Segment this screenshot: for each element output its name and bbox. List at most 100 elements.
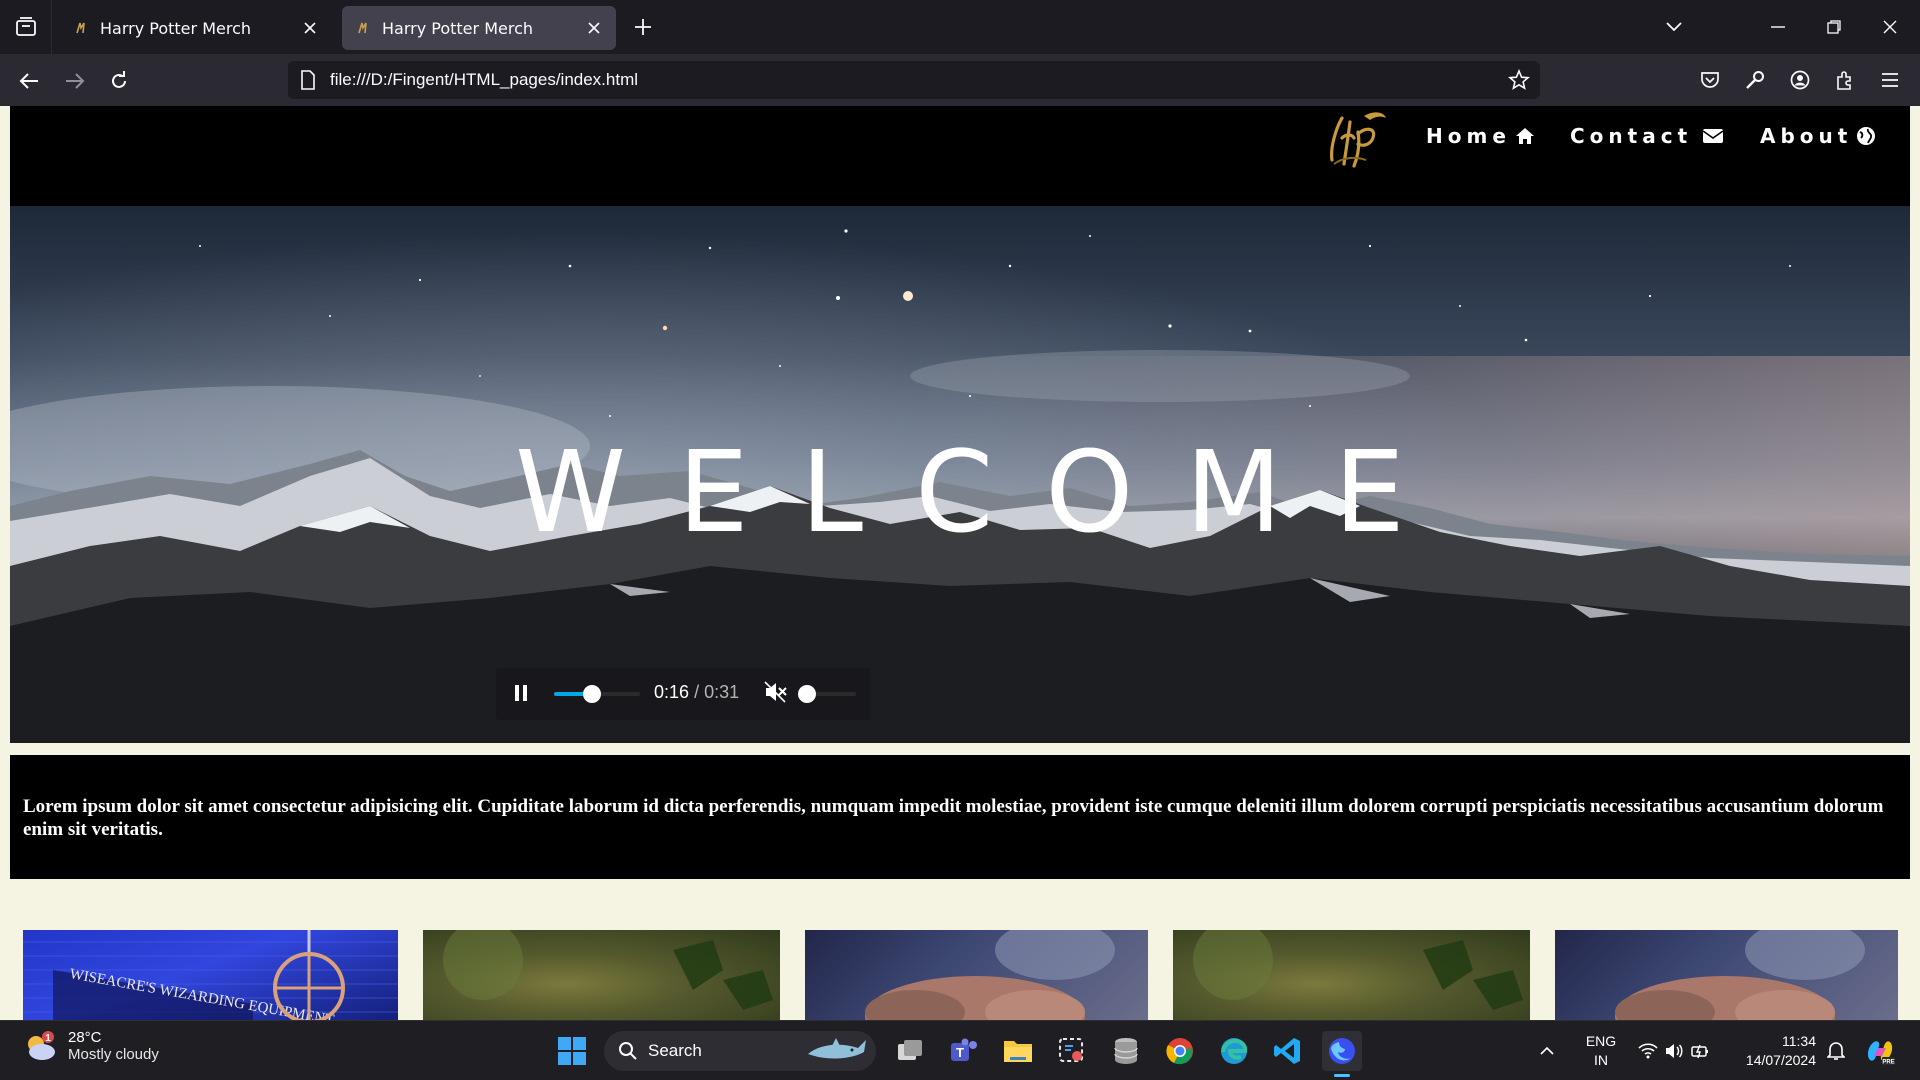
volume-icon (1666, 1044, 1683, 1058)
url-text[interactable]: file:///D:/Fingent/HTML_pages/index.html (330, 70, 638, 90)
shark-search-highlight-icon (808, 1038, 866, 1059)
home-icon (1515, 128, 1534, 144)
product-tile-2[interactable] (423, 930, 780, 1020)
seek-handle[interactable] (583, 685, 601, 703)
search-icon (619, 1042, 637, 1060)
firefox-app-active[interactable] (1322, 1031, 1362, 1077)
devtools-button[interactable] (1742, 67, 1768, 93)
mute-button[interactable] (764, 681, 788, 707)
file-explorer-app[interactable] (998, 1031, 1038, 1071)
input-language[interactable]: ENG IN (1578, 1032, 1624, 1070)
menu-button[interactable] (1877, 67, 1903, 93)
teams-app[interactable]: T (944, 1031, 984, 1071)
nav-about[interactable]: About (1760, 124, 1876, 148)
reload-button[interactable] (102, 64, 136, 98)
quick-settings-button[interactable] (1636, 1031, 1712, 1071)
firefox-icon (1329, 1038, 1355, 1064)
vscode-icon (1274, 1038, 1300, 1064)
hp-logo[interactable] (1320, 108, 1392, 172)
tab-list-button[interactable] (0, 0, 52, 54)
weather-desc: Mostly cloudy (68, 1046, 159, 1063)
tab-1-title: Harry Potter Merch (100, 18, 251, 38)
start-button[interactable] (552, 1031, 592, 1071)
bookmark-star-icon[interactable] (1508, 69, 1530, 91)
chrome-app[interactable] (1160, 1031, 1200, 1071)
folder-icon (1004, 1041, 1032, 1062)
hands-product-image (1615, 930, 1865, 1020)
forward-button[interactable] (58, 64, 92, 98)
tab-list-icon (15, 17, 36, 36)
lang-top: ENG (1585, 1033, 1617, 1049)
notifications-button[interactable] (1820, 1031, 1852, 1071)
nav-about-label: About (1760, 124, 1853, 148)
address-bar[interactable]: file:///D:/Fingent/HTML_pages/index.html (288, 61, 1540, 99)
new-tab-button[interactable] (628, 12, 658, 42)
account-icon (1790, 70, 1810, 90)
page-info-icon[interactable] (300, 70, 316, 90)
nav-contact[interactable]: Contact (1570, 124, 1724, 148)
envelope-icon (1702, 129, 1724, 143)
copilot-icon: PRE (1867, 1041, 1895, 1066)
total-time: / 0:31 (694, 682, 740, 702)
current-time: 0:16 (654, 682, 690, 702)
tab-2-title: Harry Potter Merch (382, 18, 533, 38)
database-app[interactable] (1106, 1031, 1146, 1071)
weather-temp: 28°C (68, 1029, 102, 1046)
weather-widget[interactable]: 1 28°C Mostly cloudy (22, 1029, 159, 1063)
tab-1-close-icon[interactable] (300, 18, 320, 38)
teams-icon: T (951, 1038, 977, 1061)
database-icon (1114, 1038, 1138, 1064)
hero-title: WELCOME (515, 428, 1457, 558)
page-viewport: Home Contact About WELCOME 0:16 / 0:31 L… (0, 106, 1920, 1020)
close-window-button[interactable] (1862, 0, 1918, 54)
wizarding-shop-image: WISEACRE'S WIZARDING EQUIPMENT (23, 930, 398, 1020)
puzzle-icon (1837, 71, 1851, 90)
forest-product-image (443, 930, 773, 1010)
clock[interactable]: 11:34 14/07/2024 (1726, 1032, 1816, 1070)
pause-button[interactable] (514, 684, 528, 706)
video-seek-slider[interactable] (554, 685, 640, 703)
cloudy-weather-icon: 1 (28, 1031, 55, 1060)
show-hidden-icons-button[interactable] (1532, 1031, 1562, 1071)
nav-home-label: Home (1426, 124, 1511, 148)
restore-icon (1827, 20, 1841, 34)
windows-logo-icon (558, 1037, 586, 1065)
close-icon (1883, 20, 1897, 34)
product-tile-4[interactable] (1173, 930, 1530, 1020)
list-all-tabs-button[interactable] (1646, 0, 1702, 54)
tab-1[interactable]: Harry Potter Merch (60, 6, 332, 50)
hands-product-image (865, 930, 1115, 1020)
task-view-icon (898, 1040, 922, 1060)
extensions-button[interactable] (1832, 67, 1858, 93)
video-time: 0:16 / 0:31 (654, 682, 739, 703)
back-button[interactable] (12, 64, 46, 98)
product-tile-1[interactable]: WISEACRE'S WIZARDING EQUIPMENT (23, 930, 398, 1020)
hero-video[interactable]: WELCOME 0:16 / 0:31 (10, 206, 1910, 743)
clock-time: 11:34 (1782, 1033, 1816, 1049)
svg-text:T: T (956, 1045, 964, 1060)
hp-favicon-icon (76, 22, 85, 34)
nav-home[interactable]: Home (1426, 124, 1535, 148)
bell-icon (1827, 1042, 1845, 1060)
tab-2-close-icon[interactable] (584, 18, 604, 38)
pocket-button[interactable] (1697, 67, 1723, 93)
edge-app[interactable] (1214, 1031, 1254, 1071)
svg-text:PRE: PRE (1882, 1060, 1894, 1066)
minimize-button[interactable] (1750, 0, 1806, 54)
product-tile-3[interactable] (805, 930, 1148, 1020)
forward-arrow-icon (66, 73, 85, 89)
nav-contact-label: Contact (1570, 124, 1693, 148)
tab-2[interactable]: Harry Potter Merch (342, 6, 616, 50)
taskbar-search[interactable]: Search (604, 1031, 876, 1071)
copilot-button[interactable]: PRE (1862, 1031, 1898, 1071)
volume-slider[interactable] (798, 685, 856, 703)
product-tile-5[interactable] (1555, 930, 1898, 1020)
task-view-button[interactable] (890, 1031, 930, 1071)
account-button[interactable] (1787, 67, 1813, 93)
snipping-tool-app[interactable] (1052, 1031, 1092, 1071)
video-controls: 0:16 / 0:31 (496, 668, 870, 720)
volume-handle[interactable] (798, 685, 816, 703)
vscode-app[interactable] (1268, 1031, 1308, 1071)
tab-strip: Harry Potter Merch Harry Potter Merch (0, 0, 1920, 54)
restore-button[interactable] (1806, 0, 1862, 54)
